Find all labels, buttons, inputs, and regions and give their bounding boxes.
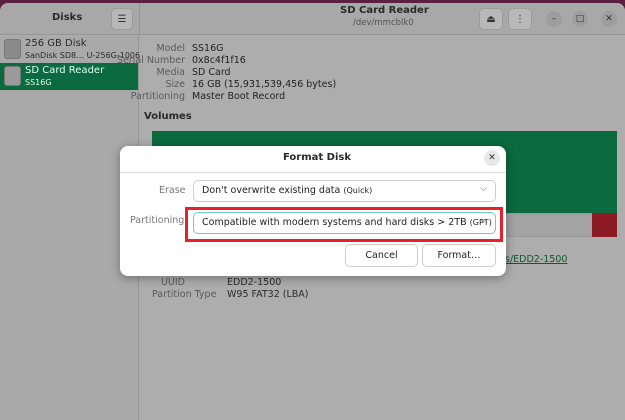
kebab-menu-icon: ⋮: [515, 13, 525, 25]
erase-hint: (Quick): [343, 186, 373, 195]
format-button[interactable]: Format…: [422, 244, 496, 267]
eject-icon: ⏏: [486, 13, 496, 25]
hamburger-menu-button[interactable]: ☰: [111, 8, 133, 30]
sidebar-title: Disks: [52, 12, 83, 23]
size-label: Size: [165, 79, 185, 90]
maximize-button[interactable]: □: [572, 11, 588, 27]
disk-name: 256 GB Disk: [25, 38, 87, 49]
disk-subtitle: SS16G: [25, 78, 52, 87]
erase-value: Don't overwrite existing data: [202, 185, 341, 196]
close-icon: ✕: [605, 14, 613, 24]
serial-label: Serial Number: [116, 55, 185, 66]
volume-options-button[interactable]: [592, 213, 617, 237]
sd-card-icon: [4, 66, 21, 86]
header-bar: Disks ☰ SD Card Reader /dev/mmcblk0 ⏏ ⋮ …: [0, 3, 625, 35]
dialog-title: Format Disk: [283, 152, 351, 163]
header-subtitle: /dev/mmcblk0: [353, 18, 414, 28]
mount-link[interactable]: s/EDD2-1500: [505, 254, 567, 265]
eject-button[interactable]: ⏏: [479, 8, 503, 30]
partitioning-label: Partitioning: [130, 215, 185, 226]
model-value: SS16G: [192, 43, 224, 54]
more-options-button[interactable]: ⋮: [508, 8, 532, 30]
size-value: 16 GB (15,931,539,456 bytes): [192, 79, 337, 90]
media-value: SD Card: [192, 67, 231, 78]
close-icon: ✕: [488, 153, 496, 163]
disk-name: SD Card Reader: [25, 65, 105, 76]
maximize-icon: □: [575, 14, 585, 24]
chevron-down-icon: ⌵: [480, 216, 487, 226]
volumes-heading: Volumes: [144, 111, 192, 122]
dialog-close-button[interactable]: ✕: [484, 150, 500, 166]
serial-value: 0x8c4f1f16: [192, 55, 246, 66]
format-disk-dialog: Format Disk ✕ Erase Don't overwrite exis…: [120, 146, 506, 276]
header-title: SD Card Reader: [340, 5, 429, 16]
media-label: Media: [156, 67, 185, 78]
partitioning-value: Master Boot Record: [192, 91, 286, 102]
cancel-button[interactable]: Cancel: [345, 244, 418, 267]
minimize-button[interactable]: –: [546, 11, 562, 27]
model-label: Model: [156, 43, 185, 54]
partition-type-value: W95 FAT32 (LBA): [227, 289, 309, 300]
partitioning-dropdown[interactable]: Compatible with modern systems and hard …: [193, 212, 496, 234]
close-button[interactable]: ✕: [601, 11, 617, 27]
chevron-down-icon: ⌵: [480, 184, 487, 194]
partitioning-label: Partitioning: [130, 91, 185, 102]
uuid-label: UUID: [160, 277, 185, 288]
ssd-icon: [4, 39, 21, 59]
erase-dropdown[interactable]: Don't overwrite existing data (Quick) ⌵: [193, 180, 496, 202]
hamburger-icon: ☰: [117, 13, 127, 25]
minimize-icon: –: [551, 14, 557, 24]
partition-type-label: Partition Type: [152, 289, 217, 300]
uuid-value: EDD2-1500: [227, 277, 282, 288]
erase-label: Erase: [159, 185, 186, 196]
partitioning-value: Compatible with modern systems and hard …: [202, 217, 467, 228]
